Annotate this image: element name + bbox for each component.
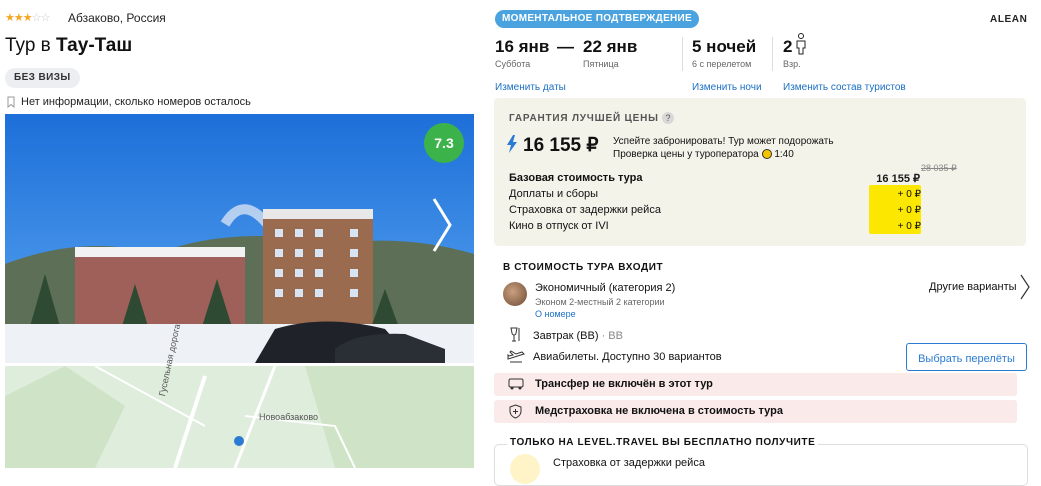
best-price-guarantee: ГАРАНТИЯ ЛУЧШЕЙ ЦЕНЫ xyxy=(509,113,659,124)
tour-operator: ALEAN xyxy=(990,14,1028,25)
date-to[interactable]: 22 янв xyxy=(583,37,637,57)
lightning-icon xyxy=(507,135,517,153)
rooms-info: Нет информации, сколько номеров осталось xyxy=(5,96,251,108)
price-timer: 1:40 xyxy=(774,149,794,160)
price-warning: Успейте забронировать! Тур может подорож… xyxy=(613,135,834,161)
hotel-name: Тау-Таш xyxy=(56,35,133,56)
divider xyxy=(682,37,683,71)
hotel-location: Абзаково, Россия xyxy=(68,11,166,25)
date-dash: — xyxy=(557,37,574,56)
rating-badge: 7.3 xyxy=(424,123,464,163)
timer-icon xyxy=(761,149,772,159)
price-row-value: + 0 ₽ xyxy=(897,189,921,200)
nights-sub: 6 с перелетом xyxy=(692,59,752,69)
chevron-right-icon[interactable] xyxy=(430,195,454,255)
date-to-day: Пятница xyxy=(583,59,619,69)
star-icon: ★ xyxy=(13,12,24,24)
price-row-value: + 0 ₽ xyxy=(897,221,921,232)
free-benefit-item: Страховка от задержки рейса xyxy=(553,457,705,469)
change-tourists-link[interactable]: Изменить состав туристов xyxy=(783,82,906,93)
wine-glass-icon xyxy=(510,327,520,342)
bus-icon xyxy=(508,378,524,390)
instant-confirmation-badge: МОМЕНТАЛЬНОЕ ПОДТВЕРЖДЕНИЕ xyxy=(495,10,700,28)
hotel-photo-image xyxy=(5,114,474,363)
total-price: 16 155 ₽ xyxy=(523,135,599,156)
rooms-info-text: Нет информации, сколько номеров осталось xyxy=(21,96,251,108)
transfer-alert-text: Трансфер не включён в этот тур xyxy=(535,378,713,390)
meal-plan-code: · BB xyxy=(601,330,623,342)
page-title: Тур в Тау-Таш xyxy=(5,35,132,57)
price-row-label: Доплаты и сборы xyxy=(509,188,599,200)
transfer-alert: Трансфер не включён в этот тур xyxy=(494,373,1017,396)
insurance-alert-text: Медстраховка не включена в стоимость тур… xyxy=(535,405,783,417)
old-price: 28 035 ₽ xyxy=(921,163,957,173)
airplane-icon xyxy=(507,350,525,363)
meal-plan-name: Завтрак (BB) xyxy=(533,330,599,342)
free-benefits-title: ТОЛЬКО НА LEVEL.TRAVEL ВЫ БЕСПЛАТНО ПОЛУ… xyxy=(507,437,819,448)
bookmark-icon xyxy=(7,96,15,108)
price-check-text: Проверка цены у туроператора xyxy=(613,149,759,160)
insurance-alert: Медстраховка не включена в стоимость тур… xyxy=(494,400,1017,423)
nights-count[interactable]: 5 ночей xyxy=(692,37,756,57)
change-dates-link[interactable]: Изменить даты xyxy=(495,82,566,93)
date-from[interactable]: 16 янв xyxy=(495,37,549,57)
title-prefix: Тур в xyxy=(5,35,51,56)
price-row-value: 16 155 ₽ xyxy=(876,173,920,185)
star-empty-icon: ☆ xyxy=(40,12,51,24)
person-icon xyxy=(796,33,806,55)
hotel-map[interactable] xyxy=(5,366,474,468)
star-icon: ★ xyxy=(22,12,33,24)
change-nights-link[interactable]: Изменить ночи xyxy=(692,82,762,93)
price-warning-line2: Проверка цены у туроператора 1:40 xyxy=(613,148,834,161)
adults-sub: Взр. xyxy=(783,59,801,69)
umbrella-icon xyxy=(510,454,540,484)
price-row-label: Базовая стоимость тура xyxy=(509,172,643,184)
date-from-day: Суббота xyxy=(495,59,531,69)
map-place-label: Новоабзаково xyxy=(259,412,319,422)
price-row-label: Страховка от задержки рейса xyxy=(509,204,661,216)
choose-flights-button[interactable]: Выбрать перелёты xyxy=(906,343,1027,371)
room-name: Экономичный (категория 2) xyxy=(535,282,676,294)
divider xyxy=(772,37,773,71)
meal-plan: Завтрак (BB) · BB xyxy=(533,330,623,342)
includes-title: В СТОИМОСТЬ ТУРА ВХОДИТ xyxy=(503,262,664,273)
flights-info: Авиабилеты. Доступно 30 вариантов xyxy=(533,351,722,363)
help-icon[interactable]: ? xyxy=(662,112,674,124)
about-room-link[interactable]: О номере xyxy=(535,309,576,319)
map-image xyxy=(5,366,474,468)
shield-icon xyxy=(509,404,522,419)
other-options-link[interactable]: Другие варианты xyxy=(929,281,1017,293)
price-row-label: Кино в отпуск от IVI xyxy=(509,220,609,232)
star-empty-icon: ☆ xyxy=(31,12,42,24)
extras-highlight: + 0 ₽ + 0 ₽ + 0 ₽ xyxy=(869,185,921,234)
price-warning-line1: Успейте забронировать! Тур может подорож… xyxy=(613,136,834,147)
chevron-right-icon[interactable] xyxy=(1019,273,1031,301)
hotel-stars: ★★★☆☆ xyxy=(5,11,51,24)
hotel-photo[interactable] xyxy=(5,114,474,363)
star-icon: ★ xyxy=(5,12,15,24)
room-thumbnail[interactable] xyxy=(503,282,527,306)
room-description: Эконом 2-местный 2 категории xyxy=(535,297,665,307)
price-row-value: + 0 ₽ xyxy=(897,205,921,216)
visa-badge: БЕЗ ВИЗЫ xyxy=(5,68,80,88)
adults-count[interactable]: 2 xyxy=(783,37,792,57)
